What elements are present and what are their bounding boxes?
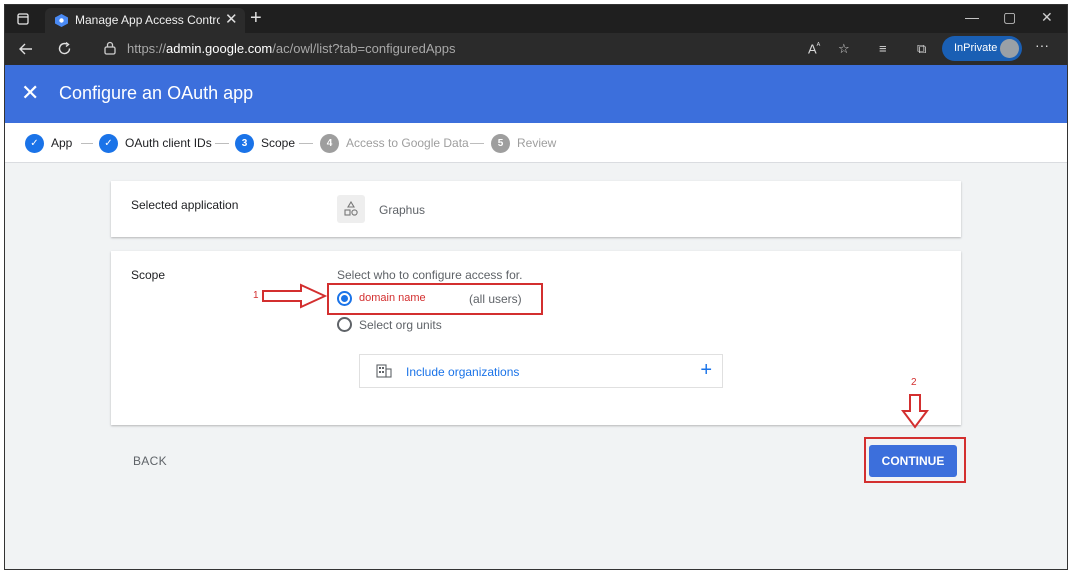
new-tab-icon[interactable]: + [250,6,262,30]
restore-icon[interactable]: ▢ [1003,9,1016,26]
step-separator [215,143,229,144]
annotation-number-1: 1 [253,290,259,301]
close-window-icon[interactable]: ✕ [1041,9,1053,26]
section-label: Selected application [131,198,239,212]
step-separator [299,143,313,144]
step-oauth-client-ids[interactable]: ✓ OAuth client IDs [99,133,212,153]
page-title: Configure an OAuth app [59,83,254,103]
step-review: 5 Review [491,133,556,153]
selected-application-card: Selected application Graphus [111,181,961,237]
radio-label-domain[interactable]: domain name [359,292,426,304]
browser-window: Manage App Access Control - Ac ✕ + — ▢ ✕… [4,4,1068,570]
app-header: ✕ Configure an OAuth app [5,65,1067,123]
read-aloud-icon[interactable]: Aᴬ [808,41,820,56]
refresh-icon[interactable] [57,41,72,56]
tab-title: Manage App Access Control - Ac [75,13,220,27]
step-app[interactable]: ✓ App [25,133,72,153]
back-arrow-icon[interactable] [19,42,33,56]
plus-icon[interactable]: + [700,359,712,381]
lock-icon[interactable] [103,41,117,55]
step-number: 3 [235,133,254,153]
main-content: Selected application Graphus Scope Selec… [5,163,1067,569]
inprivate-label: InPrivate [954,42,998,54]
continue-button[interactable]: CONTINUE [869,445,957,477]
app-name: Graphus [379,203,426,217]
url-field[interactable]: https://admin.google.com/ac/owl/list?tab… [93,37,873,61]
minimize-icon[interactable]: — [965,9,979,25]
step-label: App [51,136,73,150]
collections-icon[interactable]: ⧉ [917,41,926,57]
app-shapes-icon [337,195,365,223]
annotation-number-2: 2 [911,377,917,388]
radio-domain-all-users[interactable] [337,291,352,306]
scope-hint: Select who to configure access for. [337,268,523,282]
favorites-list-icon[interactable]: ≡ [879,41,887,56]
annotation-arrow-down-icon [901,394,929,429]
step-label: Scope [261,136,296,150]
step-number: 4 [320,133,339,153]
stepper: ✓ App ✓ OAuth client IDs 3 Scope 4 Acces… [5,123,1067,163]
radio-label-all-users: (all users) [469,292,522,306]
step-access-google-data: 4 Access to Google Data [320,133,469,153]
browser-tab[interactable]: Manage App Access Control - Ac ✕ [45,8,245,33]
tab-close-icon[interactable]: ✕ [225,10,238,28]
favorite-star-icon[interactable]: ☆ [838,41,850,57]
radio-label-org-units[interactable]: Select org units [359,318,442,332]
url-text: https://admin.google.com/ac/owl/list?tab… [127,41,456,56]
back-button[interactable]: BACK [133,454,167,468]
more-menu-icon[interactable]: ··· [1035,37,1049,53]
close-icon[interactable]: ✕ [21,81,39,105]
google-admin-favicon [55,14,68,27]
step-separator [81,143,93,144]
scope-card: Scope Select who to configure access for… [111,251,961,425]
step-scope[interactable]: 3 Scope [235,133,295,153]
step-label: OAuth client IDs [125,136,212,150]
include-organizations-button[interactable]: Include organizations + [359,354,723,388]
tab-bar: Manage App Access Control - Ac ✕ + — ▢ ✕ [5,5,1067,33]
inprivate-badge[interactable]: InPrivate [942,36,1022,61]
step-label: Access to Google Data [346,136,469,150]
check-icon: ✓ [99,133,118,153]
step-label: Review [517,136,557,150]
step-number: 5 [491,133,510,153]
address-bar: https://admin.google.com/ac/owl/list?tab… [5,33,1067,65]
building-icon [376,364,392,378]
avatar [1000,39,1019,58]
step-separator [470,143,484,144]
radio-select-org-units[interactable] [337,317,352,332]
tab-actions-icon[interactable] [13,5,33,34]
annotation-arrow-right-icon [262,283,327,309]
section-label: Scope [131,268,166,282]
check-icon: ✓ [25,133,44,153]
include-organizations-label: Include organizations [406,365,520,379]
